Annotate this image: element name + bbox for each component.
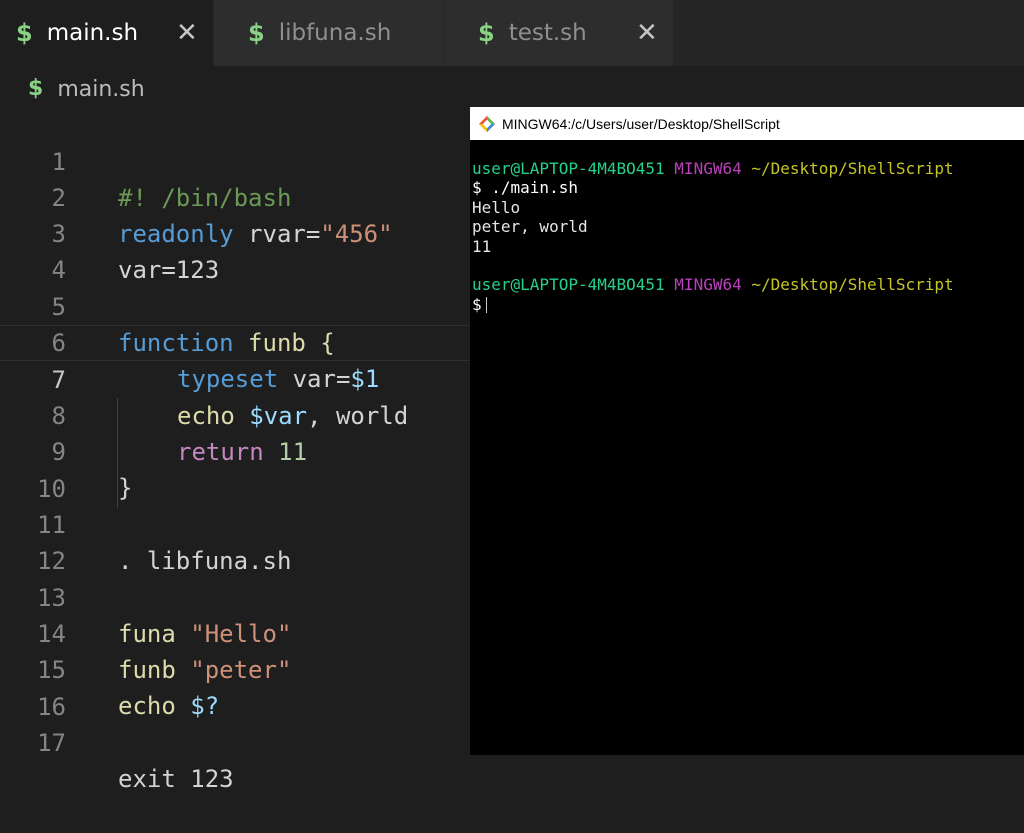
tab-test-sh[interactable]: $ test.sh ✕: [444, 0, 673, 66]
terminal-titlebar[interactable]: MINGW64:/c/Users/user/Desktop/ShellScrip…: [470, 107, 1024, 140]
code-line[interactable]: 14 funb "peter": [0, 580, 470, 684]
code-line[interactable]: 16: [0, 653, 470, 721]
shell-file-icon: $: [478, 19, 495, 47]
terminal-output[interactable]: user@LAPTOP-4M4BO451 MINGW64 ~/Desktop/S…: [472, 159, 1022, 314]
git-bash-icon: [479, 115, 495, 132]
editor-tab-bar: $ main.sh ✕ $ libfuna.sh $ test.sh ✕: [0, 0, 1024, 66]
line-number: 17: [37, 729, 66, 757]
prompt-user: user@LAPTOP-4M4BO451: [472, 159, 665, 178]
close-icon[interactable]: ✕: [176, 20, 198, 46]
terminal-cursor: [485, 297, 487, 314]
terminal-prompt-line: user@LAPTOP-4M4BO451 MINGW64 ~/Desktop/S…: [472, 159, 1022, 178]
code-line[interactable]: 13 funa "Hello": [0, 544, 470, 648]
shell-file-icon: $: [248, 19, 265, 47]
prompt-host: MINGW64: [674, 275, 742, 295]
terminal-input-line[interactable]: $: [472, 295, 1022, 314]
code-line[interactable]: 15 echo $?: [0, 616, 470, 720]
code-line[interactable]: 17 exit 123: [0, 689, 470, 793]
shell-file-icon: $: [28, 76, 44, 101]
code-line[interactable]: 12: [0, 507, 470, 575]
tab-label: main.sh: [46, 20, 139, 46]
prompt-user: user@LAPTOP-4M4BO451: [472, 275, 665, 295]
breadcrumb-file-label[interactable]: main.sh: [57, 77, 144, 102]
code-line[interactable]: 4: [0, 216, 470, 284]
tab-label: libfuna.sh: [278, 20, 392, 46]
code-line[interactable]: 3 var=123: [0, 180, 470, 284]
terminal-window[interactable]: MINGW64:/c/Users/user/Desktop/ShellScrip…: [470, 107, 1024, 755]
terminal-command: $ ./main.sh: [472, 178, 578, 198]
code-line[interactable]: 11 . libfuna.sh: [0, 471, 470, 575]
prompt-symbol: $: [472, 294, 482, 314]
prompt-path: ~/Desktop/ShellScript: [751, 275, 954, 295]
tab-libfuna-sh[interactable]: $ libfuna.sh: [214, 0, 443, 66]
code-line[interactable]: 2 readonly rvar="456": [0, 144, 470, 248]
code-line[interactable]: 6 typeset var=$1: [0, 289, 470, 393]
terminal-prompt-line: user@LAPTOP-4M4BO451 MINGW64 ~/Desktop/S…: [472, 275, 1022, 294]
prompt-path: ~/Desktop/ShellScript: [751, 159, 954, 178]
tab-main-sh[interactable]: $ main.sh ✕: [0, 0, 213, 66]
code-line[interactable]: 8 return 11: [0, 362, 470, 466]
prompt-host: MINGW64: [674, 159, 742, 178]
tab-label: test.sh: [508, 20, 587, 46]
terminal-output-line: peter, world: [472, 217, 588, 237]
code-line[interactable]: 5 function funb {: [0, 253, 470, 357]
code-line[interactable]: 10: [0, 435, 470, 503]
breadcrumb[interactable]: $ main.sh: [28, 74, 145, 104]
code-line[interactable]: 9 }: [0, 398, 470, 502]
terminal-output-line: 11: [472, 236, 492, 256]
close-icon[interactable]: ✕: [636, 20, 658, 46]
terminal-output-line: Hello: [472, 197, 521, 217]
terminal-title: MINGW64:/c/Users/user/Desktop/ShellScrip…: [502, 115, 780, 132]
code-line-current[interactable]: 7 echo $var, world: [0, 325, 470, 430]
code-text: exit 123: [118, 765, 234, 793]
code-line[interactable]: 1 #! /bin/bash: [0, 108, 470, 212]
shell-file-icon: $: [16, 19, 33, 47]
